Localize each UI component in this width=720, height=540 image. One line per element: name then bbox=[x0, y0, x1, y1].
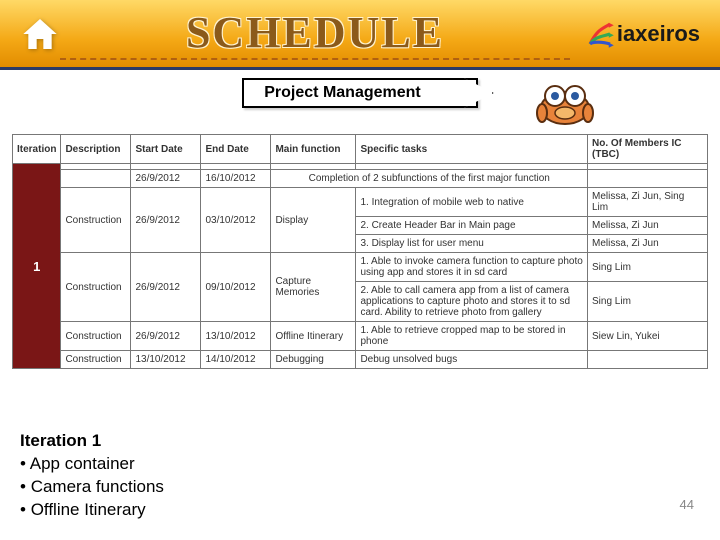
table-row: Construction 26/9/2012 03/10/2012 Displa… bbox=[13, 188, 708, 217]
brand-text: iaxeiros bbox=[617, 21, 700, 47]
summary-bullet: • App container bbox=[20, 453, 164, 476]
col-description: Description bbox=[61, 135, 131, 164]
summary-bullet: • Camera functions bbox=[20, 476, 164, 499]
col-start-date: Start Date bbox=[131, 135, 201, 164]
table-row: 26/9/2012 16/10/2012 Completion of 2 sub… bbox=[13, 170, 708, 188]
col-main-function: Main function bbox=[271, 135, 356, 164]
schedule-table: Iteration Description Start Date End Dat… bbox=[12, 134, 708, 369]
iteration-summary: Iteration 1 • App container • Camera fun… bbox=[20, 430, 164, 522]
header-bar: SCHEDULE iaxeiros bbox=[0, 0, 720, 70]
table-row: Construction 26/9/2012 13/10/2012 Offlin… bbox=[13, 322, 708, 351]
mascot-icon bbox=[530, 68, 600, 128]
col-iteration: Iteration bbox=[13, 135, 61, 164]
home-icon[interactable] bbox=[20, 14, 60, 54]
page-number: 44 bbox=[680, 497, 694, 512]
project-management-tag: Project Management bbox=[242, 78, 477, 108]
brand-logo: iaxeiros bbox=[570, 11, 700, 56]
col-specific-tasks: Specific tasks bbox=[356, 135, 588, 164]
summary-bullet: • Offline Itinerary bbox=[20, 499, 164, 522]
page-title: SCHEDULE bbox=[60, 7, 570, 60]
table-row: Construction 26/9/2012 09/10/2012 Captur… bbox=[13, 253, 708, 282]
iteration-cell: 1 bbox=[13, 164, 61, 369]
subheader: Project Management bbox=[0, 78, 720, 128]
schedule-table-container: Iteration Description Start Date End Dat… bbox=[12, 134, 708, 369]
col-end-date: End Date bbox=[201, 135, 271, 164]
table-header-row: Iteration Description Start Date End Dat… bbox=[13, 135, 708, 164]
summary-heading: Iteration 1 bbox=[20, 430, 164, 453]
col-members-ic: No. Of Members IC (TBC) bbox=[588, 135, 708, 164]
table-row: Construction 13/10/2012 14/10/2012 Debug… bbox=[13, 351, 708, 369]
